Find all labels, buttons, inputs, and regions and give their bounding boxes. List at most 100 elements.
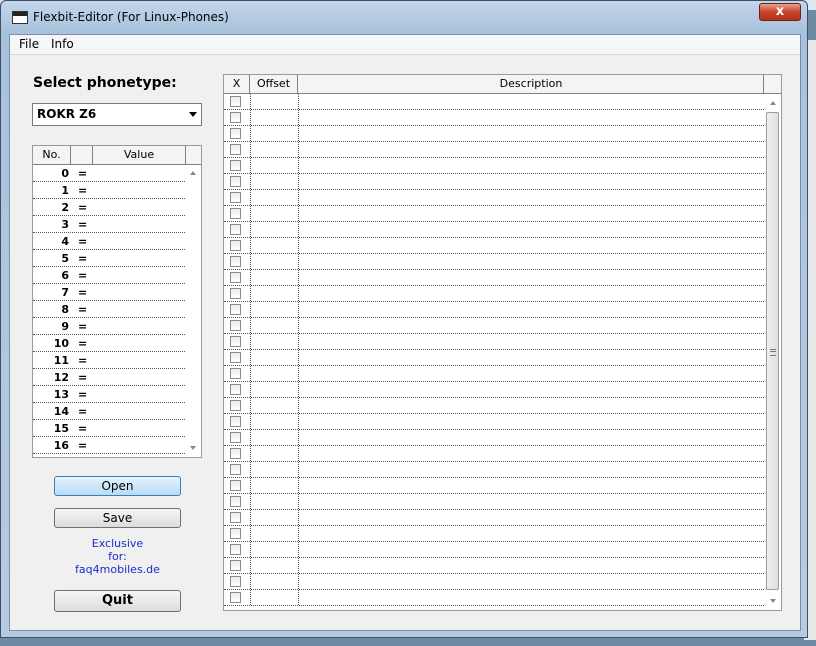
table-row[interactable] [224,366,764,382]
column-header-no[interactable]: No. [33,146,71,164]
scroll-up-icon[interactable] [770,101,776,105]
row-checkbox[interactable] [230,336,241,347]
row-checkbox[interactable] [230,192,241,203]
row-checkbox[interactable] [230,256,241,267]
table-row[interactable]: 15 = [33,420,185,437]
table-row[interactable] [224,190,764,206]
scroll-down-icon[interactable] [190,446,196,450]
table-row[interactable] [224,158,764,174]
row-checkbox[interactable] [230,496,241,507]
row-checkbox[interactable] [230,288,241,299]
table-row[interactable] [224,350,764,366]
table-row[interactable]: 10 = [33,335,185,352]
table-row[interactable] [224,222,764,238]
table-row[interactable]: 2 = [33,199,185,216]
table-row[interactable]: 6 = [33,267,185,284]
menu-info[interactable]: Info [51,37,74,51]
flexbit-table[interactable]: X Offset Description [223,74,782,611]
table-row[interactable] [224,334,764,350]
row-checkbox[interactable] [230,480,241,491]
row-checkbox[interactable] [230,544,241,555]
table-row[interactable]: 5 = [33,250,185,267]
row-checkbox[interactable] [230,528,241,539]
table-row[interactable] [224,254,764,270]
table-row[interactable] [224,558,764,574]
row-checkbox[interactable] [230,128,241,139]
table-row[interactable] [224,206,764,222]
value-table[interactable]: No. Value 0 = 1 = 2 = 3 = 4 = 5 = 6 = 7 = 8 = 9 = 10 = 11 = 12 = 1… [32,145,202,458]
close-button[interactable]: x [759,3,801,21]
row-checkbox[interactable] [230,448,241,459]
table-row[interactable] [224,382,764,398]
table-row[interactable] [224,414,764,430]
row-checkbox[interactable] [230,160,241,171]
table-row[interactable]: 9 = [33,318,185,335]
column-header-x[interactable]: X [224,75,250,93]
table-row[interactable] [224,462,764,478]
table-row[interactable]: 1 = [33,182,185,199]
row-checkbox[interactable] [230,464,241,475]
table-row[interactable] [224,590,764,606]
row-checkbox[interactable] [230,368,241,379]
table-row[interactable] [224,174,764,190]
row-checkbox[interactable] [230,512,241,523]
column-header-blank[interactable] [71,146,93,164]
row-checkbox[interactable] [230,208,241,219]
row-checkbox[interactable] [230,352,241,363]
scrollbar-thumb[interactable] [766,112,779,590]
flexbit-table-scrollbar[interactable] [765,94,781,610]
column-header-offset[interactable]: Offset [250,75,298,93]
table-row[interactable]: 12 = [33,369,185,386]
row-checkbox[interactable] [230,400,241,411]
table-row[interactable]: 16 = [33,437,185,454]
scroll-down-icon[interactable] [770,599,776,603]
table-row[interactable] [224,526,764,542]
table-row[interactable] [224,510,764,526]
table-row[interactable] [224,270,764,286]
table-row[interactable] [224,238,764,254]
value-table-scrollbar[interactable] [185,165,201,457]
site-link[interactable]: faq4mobiles.de [54,563,181,576]
row-checkbox[interactable] [230,432,241,443]
table-row[interactable]: 3 = [33,216,185,233]
row-checkbox[interactable] [230,240,241,251]
table-row[interactable] [224,494,764,510]
table-row[interactable] [224,398,764,414]
row-checkbox[interactable] [230,176,241,187]
table-row[interactable]: 11 = [33,352,185,369]
table-row[interactable] [224,126,764,142]
row-checkbox[interactable] [230,272,241,283]
row-checkbox[interactable] [230,592,241,603]
table-row[interactable] [224,430,764,446]
table-row[interactable]: 0 = [33,165,185,182]
row-checkbox[interactable] [230,384,241,395]
table-row[interactable] [224,286,764,302]
table-row[interactable]: 14 = [33,403,185,420]
open-button[interactable]: Open [54,476,181,496]
table-row[interactable] [224,94,764,110]
table-row[interactable]: 4 = [33,233,185,250]
row-checkbox[interactable] [230,112,241,123]
table-row[interactable]: 7 = [33,284,185,301]
table-row[interactable] [224,142,764,158]
quit-button[interactable]: Quit [54,590,181,612]
title-bar[interactable]: Flexbit-Editor (For Linux-Phones) x [1,1,807,34]
table-row[interactable] [224,478,764,494]
save-button[interactable]: Save [54,508,181,528]
table-row[interactable] [224,110,764,126]
scroll-up-icon[interactable] [190,171,196,175]
row-checkbox[interactable] [230,416,241,427]
table-row[interactable]: 13 = [33,386,185,403]
row-checkbox[interactable] [230,576,241,587]
app-icon[interactable] [12,11,28,24]
row-checkbox[interactable] [230,304,241,315]
table-row[interactable] [224,446,764,462]
phonetype-select[interactable]: ROKR Z6 [32,103,202,126]
row-checkbox[interactable] [230,320,241,331]
row-checkbox[interactable] [230,96,241,107]
row-checkbox[interactable] [230,560,241,571]
table-row[interactable] [224,318,764,334]
row-checkbox[interactable] [230,224,241,235]
column-header-description[interactable]: Description [298,75,764,93]
menu-file[interactable]: File [19,37,39,51]
